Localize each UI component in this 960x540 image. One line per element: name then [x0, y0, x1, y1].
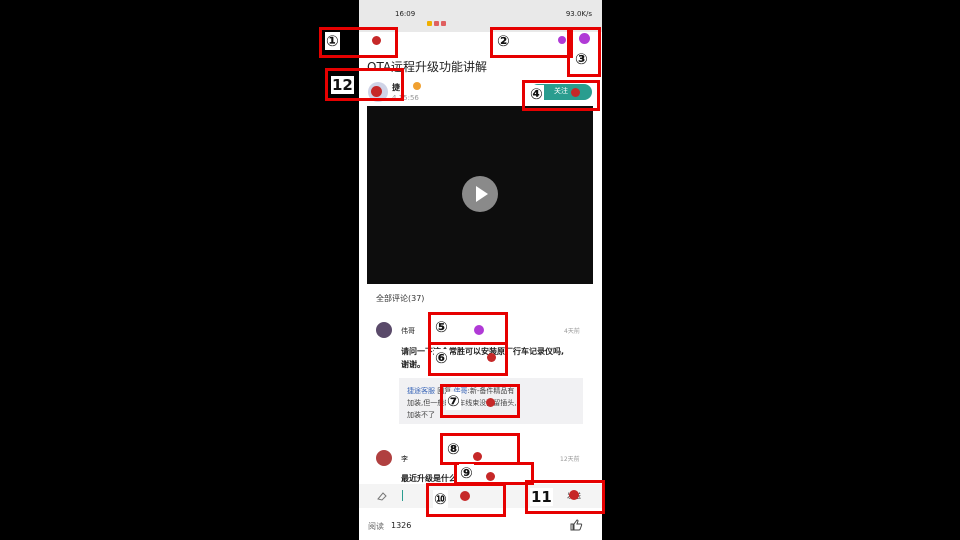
annotation-label-7: ⑦ — [446, 392, 461, 410]
status-network-speed: 93.0K/s — [565, 10, 592, 18]
annotation-label-3: ③ — [574, 50, 589, 68]
annotation-label-9: ⑨ — [459, 464, 474, 482]
annotation-label-8: ⑧ — [446, 440, 461, 458]
status-app-icons — [427, 11, 457, 26]
comment-text-dot — [487, 353, 496, 362]
annotation-label-6: ⑥ — [434, 349, 449, 367]
eraser-icon[interactable] — [376, 490, 388, 502]
input-dot — [460, 491, 470, 501]
share-icon[interactable] — [579, 33, 590, 44]
thumbs-up-icon[interactable] — [569, 518, 583, 532]
comment-time: 12天前 — [560, 456, 580, 463]
comment-author[interactable]: 李 — [401, 454, 408, 464]
read-label: 阅读 — [368, 522, 384, 531]
annotation-label-12: 12 — [331, 76, 354, 94]
star-icon[interactable] — [558, 36, 566, 44]
annotation-label-2: ② — [496, 32, 511, 50]
back-arrow-icon[interactable] — [372, 36, 381, 45]
annotation-label-4: ④ — [529, 85, 544, 103]
annotation-label-1: ① — [325, 32, 340, 50]
play-icon[interactable] — [462, 176, 498, 212]
status-time: 16:09 — [395, 10, 416, 18]
comment-author-dot — [474, 325, 484, 335]
follow-target-dot — [571, 88, 580, 97]
comment-author-dot-2 — [473, 452, 482, 461]
read-count: 1326 — [391, 521, 412, 530]
comment-avatar[interactable] — [376, 450, 392, 466]
reply-line3: 加装不了 — [407, 411, 435, 419]
annotation-label-10: ⑩ — [433, 490, 448, 508]
comment-avatar[interactable] — [376, 322, 392, 338]
comment-time: 4天前 — [564, 328, 580, 335]
comment-author[interactable]: 伟哥 — [401, 326, 415, 336]
annotation-label-11: 11 — [530, 488, 553, 506]
verified-badge-icon — [413, 82, 421, 90]
annotation-label-5: ⑤ — [434, 318, 449, 336]
comment-text-dot-2 — [486, 472, 495, 481]
send-dot — [569, 490, 579, 500]
comments-header: 全部评论(37) — [376, 294, 425, 303]
video-player[interactable] — [367, 106, 593, 284]
reply-dot — [486, 398, 495, 407]
reply-author[interactable]: 捷途客服 — [407, 387, 435, 395]
avatar-dot — [371, 86, 382, 97]
